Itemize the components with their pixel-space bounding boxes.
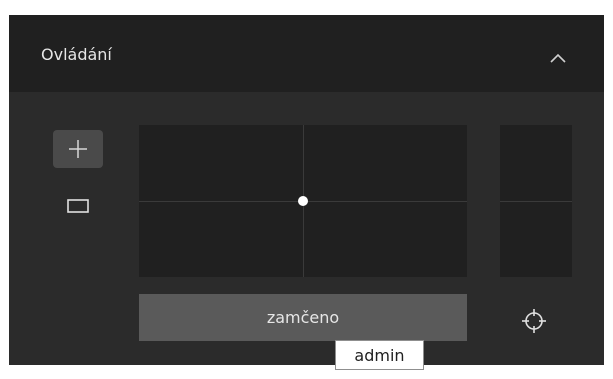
target-button[interactable] — [519, 306, 549, 336]
controls-panel: Ovládání zamčeno — [9, 15, 604, 365]
xy-pad[interactable] — [139, 125, 467, 277]
chevron-up-icon — [550, 53, 566, 63]
vertical-pad-center-line — [500, 201, 572, 202]
crosshair-icon — [522, 309, 546, 333]
rectangle-button[interactable] — [53, 187, 103, 225]
pad-handle[interactable] — [298, 196, 308, 206]
panel-header[interactable]: Ovládání — [9, 15, 604, 92]
panel-title: Ovládání — [41, 45, 112, 64]
add-button[interactable] — [53, 130, 103, 168]
collapse-button[interactable] — [540, 40, 576, 76]
plus-icon — [69, 140, 87, 158]
vertical-pad[interactable] — [500, 125, 572, 277]
lock-button[interactable]: zamčeno — [139, 294, 467, 341]
tooltip: admin — [335, 340, 424, 370]
rectangle-icon — [67, 199, 89, 213]
